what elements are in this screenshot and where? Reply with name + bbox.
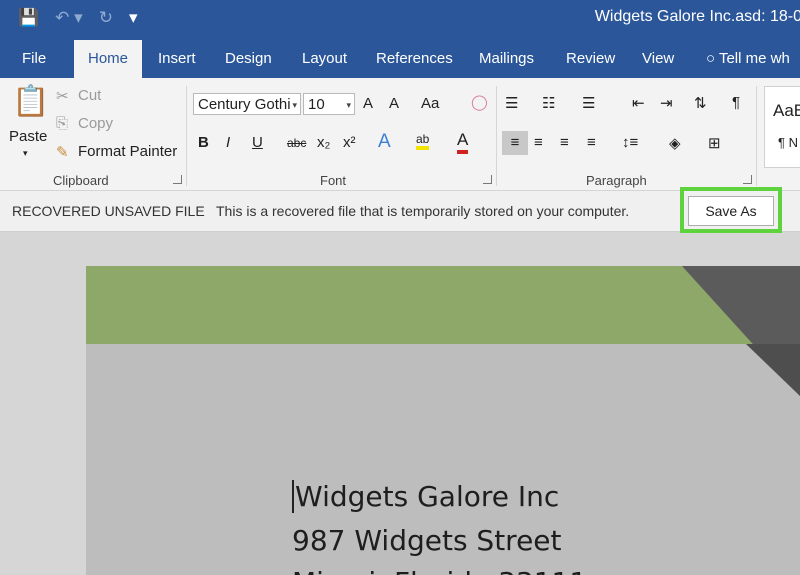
- font-group-label: Font: [320, 173, 347, 188]
- save-icon[interactable]: 💾: [18, 8, 39, 28]
- copy-icon: ⎘: [56, 115, 69, 132]
- infobar-title: RECOVERED UNSAVED FILE: [12, 203, 205, 219]
- italic-button[interactable]: I: [226, 134, 230, 151]
- chevron-down-icon: ▾: [23, 148, 28, 158]
- paragraph-launcher-icon[interactable]: [743, 175, 752, 184]
- bold-button[interactable]: B: [198, 134, 209, 151]
- chevron-down-icon: ▾: [292, 100, 297, 110]
- style-sample: AaB: [773, 101, 800, 120]
- copy-button[interactable]: Copy: [78, 115, 113, 132]
- lightbulb-icon: ○: [706, 50, 716, 67]
- increase-indent-icon[interactable]: ⇥: [660, 94, 673, 112]
- tab-design[interactable]: Design: [225, 50, 272, 67]
- format-painter-button[interactable]: Format Painter: [78, 143, 177, 160]
- font-size-combo[interactable]: 10 ▾: [303, 93, 355, 115]
- quick-access-toolbar: 💾 ↶ ▾ ↻ ▾: [18, 8, 137, 28]
- paste-label: Paste: [9, 128, 48, 145]
- show-formatting-button[interactable]: ¶: [732, 94, 740, 111]
- cut-icon: ✂: [56, 88, 69, 105]
- document-page[interactable]: Widgets Galore Inc 987 Widgets Street Mi…: [86, 266, 800, 575]
- align-center-icon[interactable]: ≡: [534, 134, 543, 151]
- bullets-icon[interactable]: ☰: [505, 94, 518, 112]
- tab-insert[interactable]: Insert: [158, 50, 196, 67]
- company-name-text: Widgets Galore Inc: [295, 480, 560, 513]
- tab-review[interactable]: Review: [566, 50, 615, 67]
- underline-button[interactable]: U: [252, 134, 263, 151]
- highlight-color-icon[interactable]: ab: [416, 132, 430, 150]
- group-divider: [496, 86, 497, 186]
- multilevel-list-icon[interactable]: ☰: [582, 94, 595, 112]
- tab-mailings[interactable]: Mailings: [479, 50, 534, 67]
- save-as-button[interactable]: Save As: [688, 196, 774, 226]
- justify-icon[interactable]: ≡: [587, 134, 596, 151]
- customize-qat-icon[interactable]: ▾: [129, 8, 138, 28]
- tab-layout[interactable]: Layout: [302, 50, 347, 67]
- grow-font-icon[interactable]: A: [363, 95, 373, 112]
- font-size-value: 10: [308, 96, 325, 113]
- superscript-button[interactable]: x²: [343, 134, 356, 151]
- numbering-icon[interactable]: ☷: [542, 94, 555, 112]
- borders-icon[interactable]: ⊞: [708, 134, 721, 152]
- clipboard-launcher-icon[interactable]: [173, 175, 182, 184]
- style-name: ¶ N: [778, 135, 798, 150]
- font-name-value: Century Gothi: [198, 96, 291, 113]
- align-right-icon[interactable]: ≡: [560, 134, 569, 151]
- doc-line-city[interactable]: Miami, Florida 33111: [292, 566, 587, 575]
- paragraph-group-label: Paragraph: [586, 173, 647, 188]
- tab-view[interactable]: View: [642, 50, 674, 67]
- font-color-icon[interactable]: A: [457, 130, 469, 154]
- group-divider: [756, 86, 757, 186]
- style-normal[interactable]: AaB ¶ N: [764, 86, 800, 168]
- tell-me-search[interactable]: ○ Tell me wh: [706, 50, 790, 67]
- text-effects-icon[interactable]: A: [378, 131, 391, 153]
- font-name-combo[interactable]: Century Gothi ▾: [193, 93, 301, 115]
- strikethrough-button[interactable]: abc: [287, 136, 306, 150]
- redo-icon[interactable]: ↻: [99, 8, 113, 28]
- tab-home[interactable]: Home: [74, 40, 143, 78]
- tell-me-label: Tell me wh: [718, 50, 790, 67]
- align-left-icon[interactable]: ≡: [502, 131, 528, 155]
- undo-icon[interactable]: ↶ ▾: [55, 8, 83, 28]
- doc-line-company[interactable]: Widgets Galore Inc: [292, 480, 559, 513]
- format-painter-icon: ✎: [56, 144, 69, 161]
- shrink-font-icon[interactable]: A: [389, 95, 399, 112]
- change-case-icon[interactable]: Aa: [421, 95, 439, 112]
- clear-formatting-icon[interactable]: ◯: [471, 93, 488, 111]
- subscript-button[interactable]: x₂: [317, 134, 330, 151]
- ribbon-tabs: File Home Insert Design Layout Reference…: [0, 40, 800, 78]
- clipboard-group-label: Clipboard: [53, 173, 109, 188]
- decrease-indent-icon[interactable]: ⇤: [632, 94, 645, 112]
- infobar-message: This is a recovered file that is tempora…: [216, 203, 630, 219]
- tab-file[interactable]: File: [22, 50, 46, 67]
- sort-icon[interactable]: ⇅: [694, 94, 707, 112]
- doc-line-street[interactable]: 987 Widgets Street: [292, 524, 562, 557]
- shading-icon[interactable]: ◈: [669, 134, 681, 152]
- clipboard-icon: 📋: [12, 85, 50, 118]
- font-launcher-icon[interactable]: [483, 175, 492, 184]
- ribbon: 📋 Paste ▾ ✂ Cut ⎘ Copy ✎ Format Painter …: [0, 78, 800, 191]
- tab-references[interactable]: References: [376, 50, 453, 67]
- group-divider: [186, 86, 187, 186]
- window-title: Widgets Galore Inc.asd: 18-0: [594, 8, 800, 25]
- chevron-down-icon: ▾: [346, 100, 351, 110]
- title-bar: 💾 ↶ ▾ ↻ ▾ Widgets Galore Inc.asd: 18-0: [0, 0, 800, 40]
- cut-button[interactable]: Cut: [78, 87, 101, 104]
- line-spacing-icon[interactable]: ↕≡: [622, 134, 638, 151]
